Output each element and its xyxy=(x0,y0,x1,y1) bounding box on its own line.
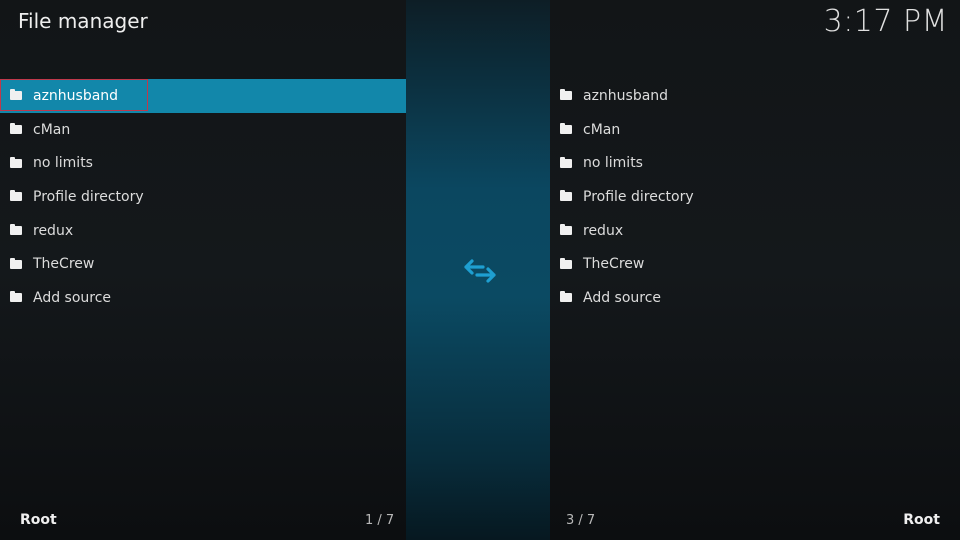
item-label: redux xyxy=(583,222,624,239)
item-label: redux xyxy=(33,222,74,239)
folder-icon xyxy=(10,123,22,135)
list-item[interactable]: aznhusband xyxy=(550,79,960,113)
left-file-list: aznhusband cMan no limits Profile direct… xyxy=(0,79,406,315)
right-item-count: 3 / 7 xyxy=(566,513,596,528)
folder-icon xyxy=(10,224,22,236)
list-item[interactable]: redux xyxy=(0,214,406,248)
item-label: cMan xyxy=(33,121,71,138)
left-path-label: Root xyxy=(20,512,57,528)
folder-icon xyxy=(10,156,22,168)
folder-icon xyxy=(10,291,22,303)
item-label: Add source xyxy=(33,289,112,306)
item-label: no limits xyxy=(33,155,93,172)
folder-icon xyxy=(10,257,22,269)
page-title: File manager xyxy=(18,9,148,33)
list-item[interactable]: Profile directory xyxy=(550,180,960,214)
item-label: TheCrew xyxy=(583,256,645,273)
folder-icon xyxy=(560,291,572,303)
item-label: aznhusband xyxy=(583,87,669,104)
folder-icon xyxy=(560,224,572,236)
folder-icon xyxy=(560,257,572,269)
folder-icon xyxy=(560,190,572,202)
list-item[interactable]: TheCrew xyxy=(550,247,960,281)
left-item-count: 1 / 7 xyxy=(365,513,395,528)
item-label: no limits xyxy=(583,155,643,172)
right-path-label: Root xyxy=(903,512,940,528)
clock: 3:17 PM xyxy=(823,4,948,39)
folder-icon xyxy=(560,156,572,168)
item-label: TheCrew xyxy=(33,256,95,273)
list-item[interactable]: Profile directory xyxy=(0,180,406,214)
list-item-add-source[interactable]: Add source xyxy=(0,281,406,315)
focus-highlight xyxy=(0,79,148,111)
folder-icon xyxy=(560,89,572,101)
item-label: cMan xyxy=(583,121,621,138)
list-item[interactable]: no limits xyxy=(550,146,960,180)
list-item[interactable]: no limits xyxy=(0,146,406,180)
list-item[interactable]: aznhusband xyxy=(0,79,406,113)
item-label: Add source xyxy=(583,289,662,306)
item-label: Profile directory xyxy=(33,188,144,205)
right-file-list: aznhusband cMan no limits Profile direct… xyxy=(550,79,960,315)
list-item[interactable]: cMan xyxy=(550,113,960,147)
item-label: Profile directory xyxy=(583,188,694,205)
folder-icon xyxy=(560,123,572,135)
list-item-add-source[interactable]: Add source xyxy=(550,281,960,315)
list-item[interactable]: TheCrew xyxy=(0,247,406,281)
list-item[interactable]: redux xyxy=(550,214,960,248)
swap-arrows-icon[interactable] xyxy=(463,258,497,284)
folder-icon xyxy=(10,190,22,202)
folder-icon xyxy=(10,89,22,101)
list-item[interactable]: cMan xyxy=(0,113,406,147)
